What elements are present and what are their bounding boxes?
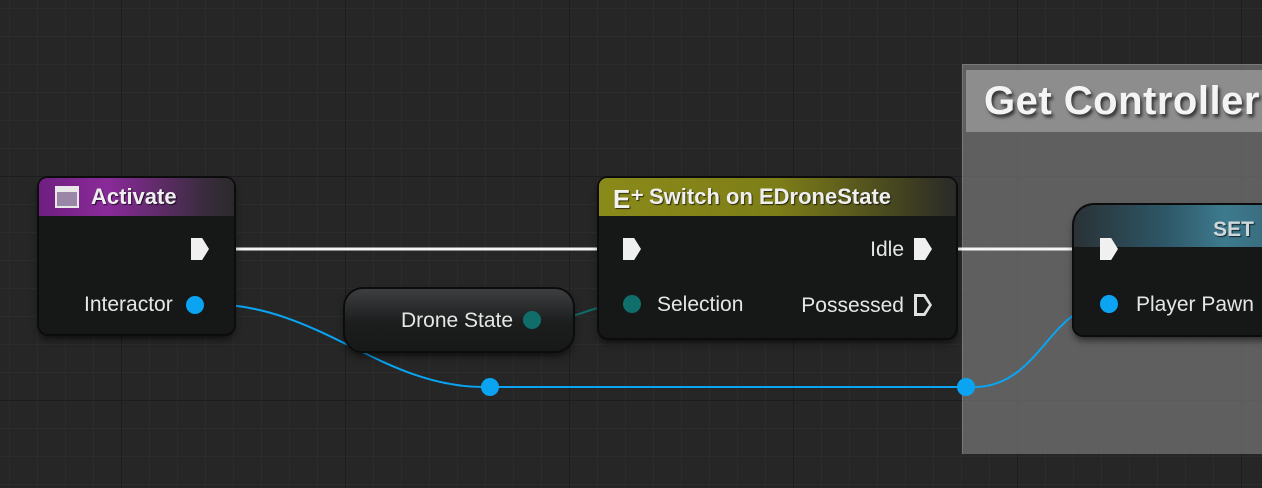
drone-state-output-pin[interactable] <box>523 311 541 329</box>
activate-exec-out-pin[interactable] <box>191 238 209 260</box>
idle-pin-label: Idle <box>870 238 904 261</box>
set-player-pawn-node[interactable]: SET Player Pawn <box>1074 205 1262 335</box>
drone-state-variable-node[interactable]: Drone State <box>345 289 573 351</box>
interactor-pin-label: Interactor <box>84 293 173 316</box>
possessed-pin-label: Possessed <box>801 294 904 317</box>
reroute-node-right[interactable] <box>957 378 975 396</box>
set-node-title: SET <box>1213 218 1254 241</box>
switch-icon: E⁺ <box>613 184 645 214</box>
player-pawn-pin[interactable] <box>1100 295 1118 313</box>
drone-state-label: Drone State <box>401 309 514 332</box>
selection-pin-label: Selection <box>657 293 744 316</box>
comment-title[interactable]: Get Controller <box>966 70 1262 132</box>
switch-node-title: Switch on EDroneState <box>649 184 892 209</box>
function-icon <box>55 186 79 208</box>
switch-exec-in-pin[interactable] <box>623 238 641 260</box>
switch-node-header[interactable]: E⁺ Switch on EDroneState <box>599 178 956 216</box>
activate-node[interactable]: Activate Interactor <box>39 178 234 334</box>
interactor-pin[interactable] <box>186 296 204 314</box>
player-pawn-pin-label: Player Pawn <box>1136 293 1254 316</box>
activate-node-title: Activate <box>91 184 177 209</box>
possessed-exec-out-pin[interactable] <box>914 294 932 316</box>
switch-on-edronestate-node[interactable]: E⁺ Switch on EDroneState Selection Idle … <box>599 178 956 338</box>
idle-exec-out-pin[interactable] <box>914 238 932 260</box>
activate-node-header[interactable]: Activate <box>39 178 234 216</box>
selection-pin[interactable] <box>623 295 641 313</box>
reroute-node-left[interactable] <box>481 378 499 396</box>
